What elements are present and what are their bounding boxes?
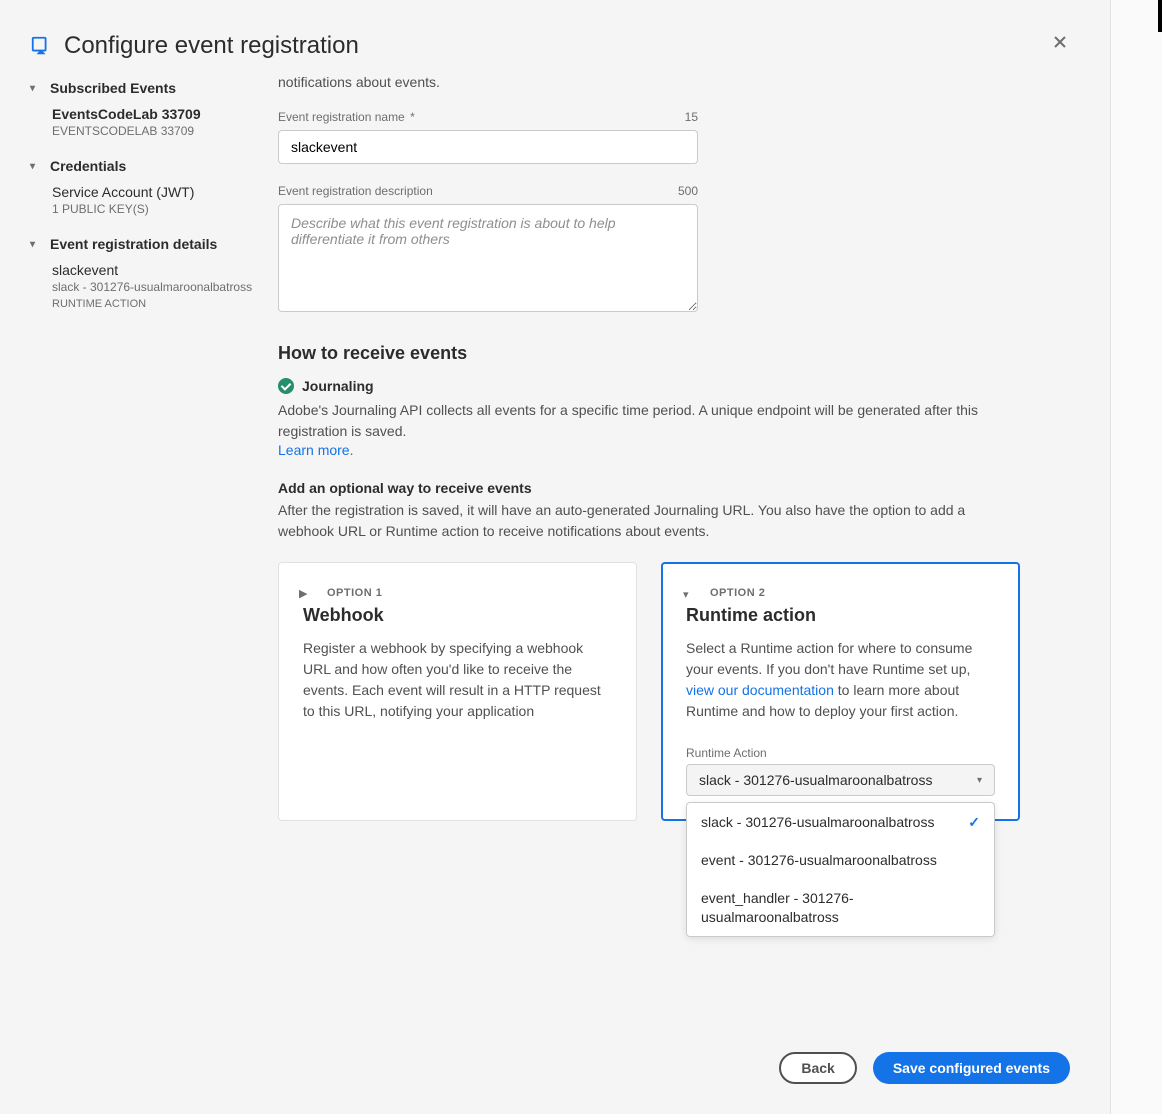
modal: Configure event registration ▾ Subscribe…	[0, 0, 1110, 1114]
dropdown-item[interactable]: event_handler - 301276-usualmaroonalbatr…	[687, 879, 994, 935]
dropdown-item[interactable]: slack - 301276-usualmaroonalbatross	[687, 803, 994, 841]
view-docs-link[interactable]: view our documentation	[686, 682, 834, 698]
sidebar-heading-details[interactable]: ▾ Event registration details	[30, 236, 260, 252]
option-desc-pre: Select a Runtime action for where to con…	[686, 640, 972, 677]
option-desc: Select a Runtime action for where to con…	[686, 638, 995, 722]
required-asterisk: *	[410, 110, 415, 124]
registration-name-input[interactable]	[278, 130, 698, 164]
modal-header: Configure event registration	[0, 0, 1110, 80]
select-value: slack - 301276-usualmaroonalbatross	[699, 772, 932, 788]
journaling-desc: Adobe's Journaling API collects all even…	[278, 400, 1020, 442]
sidebar-heading-label: Subscribed Events	[50, 80, 176, 96]
sidebar-item-title: slackevent	[52, 262, 260, 278]
sidebar-heading-subscribed[interactable]: ▾ Subscribed Events	[30, 80, 260, 96]
option-label: OPTION 2	[710, 587, 995, 599]
char-count: 15	[685, 110, 698, 124]
sidebar-item-title: EventsCodeLab 33709	[52, 106, 260, 122]
sidebar-item-sub: 1 PUBLIC KEY(S)	[52, 202, 260, 216]
footer: Back Save configured events	[779, 1052, 1070, 1084]
chevron-down-icon: ▾	[30, 161, 44, 172]
events-icon	[30, 35, 52, 57]
journaling-title: Journaling	[302, 378, 374, 394]
optional-desc: After the registration is saved, it will…	[278, 500, 1020, 542]
sidebar-heading-credentials[interactable]: ▾ Credentials	[30, 158, 260, 174]
sidebar-item-slackevent[interactable]: slackevent slack - 301276-usualmaroonalb…	[30, 262, 260, 310]
sidebar-item-title: Service Account (JWT)	[52, 184, 260, 200]
registration-description-input[interactable]	[278, 204, 698, 312]
check-circle-icon	[278, 378, 294, 394]
page-title: Configure event registration	[64, 32, 359, 60]
sidebar: ▾ Subscribed Events EventsCodeLab 33709 …	[30, 80, 260, 821]
options-row: ▶ OPTION 1 Webhook Register a webhook by…	[278, 562, 1020, 821]
select-label: Runtime Action	[686, 746, 995, 760]
chevron-down-icon: ▾	[977, 775, 982, 786]
field-registration-description: Event registration description 500	[278, 184, 698, 315]
chevron-right-icon: ▶	[299, 587, 307, 600]
option-desc: Register a webhook by specifying a webho…	[303, 638, 612, 722]
option-title: Webhook	[303, 605, 612, 626]
learn-more-link[interactable]: Learn more.	[278, 442, 353, 458]
back-button[interactable]: Back	[779, 1052, 856, 1084]
char-count: 500	[678, 184, 698, 198]
sidebar-item-eventscodelab[interactable]: EventsCodeLab 33709 EVENTSCODELAB 33709	[30, 106, 260, 138]
close-button[interactable]	[1050, 32, 1070, 52]
sidebar-item-sub: EVENTSCODELAB 33709	[52, 124, 260, 138]
chevron-down-icon: ▾	[683, 588, 689, 601]
field-label-text: Event registration name	[278, 110, 405, 124]
chevron-down-icon: ▾	[30, 83, 44, 94]
section-heading-receive: How to receive events	[278, 343, 1020, 364]
runtime-action-select[interactable]: slack - 301276-usualmaroonalbatross ▾	[686, 764, 995, 796]
sidebar-item-service-account[interactable]: Service Account (JWT) 1 PUBLIC KEY(S)	[30, 184, 260, 216]
field-label: Event registration description	[278, 184, 433, 198]
option-card-runtime[interactable]: ▾ OPTION 2 Runtime action Select a Runti…	[661, 562, 1020, 821]
optional-heading: Add an optional way to receive events	[278, 480, 1020, 496]
option-card-webhook[interactable]: ▶ OPTION 1 Webhook Register a webhook by…	[278, 562, 637, 821]
sidebar-heading-label: Event registration details	[50, 236, 217, 252]
runtime-action-dropdown: slack - 301276-usualmaroonalbatross even…	[686, 802, 995, 937]
runtime-action-select-wrapper: Runtime Action slack - 301276-usualmaroo…	[686, 746, 995, 796]
journaling-row: Journaling	[278, 378, 1020, 394]
chevron-down-icon: ▾	[30, 239, 44, 250]
sidebar-item-meta: RUNTIME ACTION	[52, 298, 260, 310]
option-label: OPTION 1	[327, 587, 612, 599]
field-registration-name: Event registration name * 15	[278, 110, 698, 164]
background-strip	[1110, 0, 1162, 1114]
field-label: Event registration name *	[278, 110, 415, 124]
sidebar-heading-label: Credentials	[50, 158, 126, 174]
sidebar-item-sub: slack - 301276-usualmaroonalbatross	[52, 280, 260, 294]
dropdown-item[interactable]: event - 301276-usualmaroonalbatross	[687, 841, 994, 879]
option-title: Runtime action	[686, 605, 995, 626]
save-button[interactable]: Save configured events	[873, 1052, 1070, 1084]
main-content: notifications about events. Event regist…	[260, 80, 1080, 821]
